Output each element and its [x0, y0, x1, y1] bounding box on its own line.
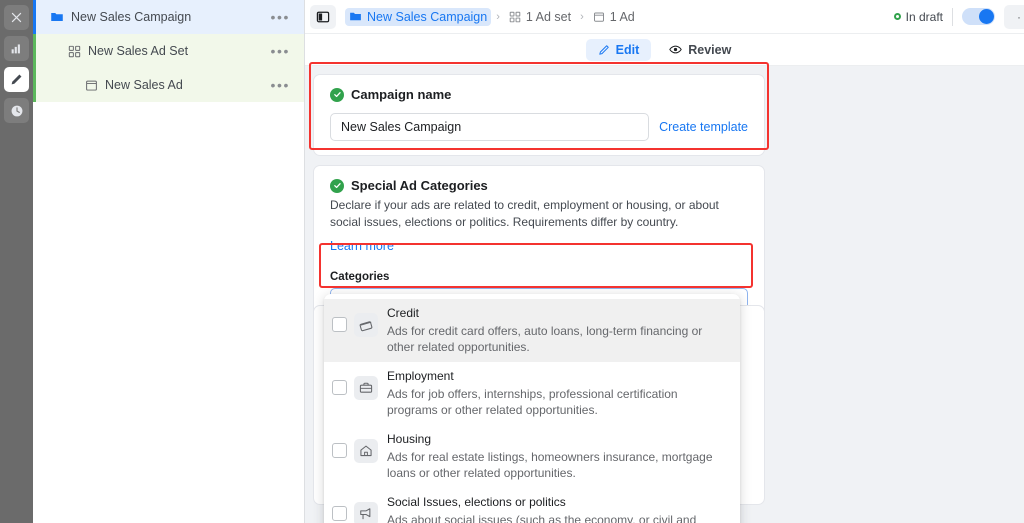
learn-more-link[interactable]: Learn more — [330, 239, 394, 253]
option-title: Housing — [387, 431, 432, 446]
megaphone-icon — [354, 501, 378, 523]
close-icon[interactable] — [4, 5, 29, 30]
option-text: Housing Ads for real estate listings, ho… — [387, 432, 730, 481]
pencil-icon — [598, 44, 610, 56]
tree-campaign-status-bar — [33, 0, 36, 34]
tree-item-menu-button[interactable]: ••• — [270, 78, 290, 92]
option-title: Social Issues, elections or politics — [387, 494, 566, 509]
tree-item-adset[interactable]: New Sales Ad Set ••• — [33, 34, 304, 68]
special-ad-title: Special Ad Categories — [351, 178, 488, 193]
tree-item-ad[interactable]: New Sales Ad ••• — [33, 68, 304, 102]
tree-item-label: New Sales Ad Set — [88, 44, 189, 58]
publish-toggle[interactable] — [962, 8, 995, 25]
status-dot-icon — [893, 13, 901, 20]
option-checkbox[interactable] — [332, 317, 347, 332]
categories-dropdown: Credit Ads for credit card offers, auto … — [324, 294, 740, 523]
editor-tabs: Edit Review — [305, 34, 1024, 66]
tree-item-campaign[interactable]: New Sales Campaign ••• — [33, 0, 304, 34]
main-pane: New Sales Campaign › 1 Ad set › 1 Ad In … — [305, 0, 1024, 523]
campaign-tree: New Sales Campaign ••• New Sales Ad Set … — [33, 0, 305, 523]
eye-icon — [669, 43, 683, 56]
tree-item-label: New Sales Campaign — [71, 10, 192, 24]
folder-icon — [349, 10, 362, 23]
tab-label: Edit — [615, 42, 640, 57]
breadcrumb-item-adset[interactable]: 1 Ad set — [505, 8, 575, 26]
status-badge: In draft — [893, 9, 943, 24]
folder-icon — [50, 10, 64, 24]
dropdown-option-housing[interactable]: Housing Ads for real estate listings, ho… — [324, 425, 740, 488]
campaign-name-card: Campaign name Create template — [313, 74, 765, 156]
status-area: In draft · — [893, 4, 1024, 29]
breadcrumb-label: 1 Ad — [609, 9, 635, 24]
credit-card-icon — [354, 313, 378, 337]
tab-edit[interactable]: Edit — [585, 38, 652, 61]
special-ad-description: Declare if your ads are related to credi… — [330, 198, 719, 229]
top-bar: New Sales Campaign › 1 Ad set › 1 Ad In … — [305, 0, 1024, 34]
option-description: Ads for real estate listings, homeowners… — [387, 449, 713, 480]
tree-item-menu-button[interactable]: ••• — [270, 10, 290, 24]
option-text: Social Issues, elections or politics Ads… — [387, 495, 730, 523]
clock-icon[interactable] — [4, 98, 29, 123]
chart-icon[interactable] — [4, 36, 29, 61]
left-icon-rail — [0, 0, 33, 523]
grid-icon — [509, 11, 521, 23]
frame-icon — [593, 11, 605, 23]
option-description: Ads for credit card offers, auto loans, … — [387, 323, 703, 354]
campaign-name-heading: Campaign name — [330, 87, 748, 102]
breadcrumb-label: 1 Ad set — [525, 9, 572, 24]
breadcrumb-separator: › — [580, 10, 584, 23]
tree-item-label: New Sales Ad — [105, 78, 183, 92]
house-icon — [354, 438, 378, 463]
app-root: New Sales Campaign ••• New Sales Ad Set … — [0, 0, 1024, 523]
create-template-link[interactable]: Create template — [659, 120, 748, 134]
option-text: Employment Ads for job offers, internshi… — [387, 369, 730, 418]
option-title: Credit — [387, 306, 420, 320]
tree-item-menu-button[interactable]: ••• — [270, 44, 290, 58]
panel-toggle-icon[interactable] — [310, 4, 336, 29]
special-ad-heading: Special Ad Categories — [330, 178, 748, 193]
option-checkbox[interactable] — [332, 505, 347, 521]
option-checkbox[interactable] — [332, 379, 347, 395]
tab-review[interactable]: Review — [657, 39, 743, 61]
frame-icon — [85, 79, 98, 92]
campaign-name-title: Campaign name — [351, 87, 452, 102]
editor-content: Campaign name Create template Special Ad… — [305, 62, 1024, 523]
dropdown-option-social-issues[interactable]: Social Issues, elections or politics Ads… — [324, 488, 740, 523]
breadcrumb-item-campaign[interactable]: New Sales Campaign — [345, 7, 492, 26]
status-label: In draft — [905, 9, 943, 24]
categories-label: Categories — [330, 271, 390, 284]
pencil-icon[interactable] — [4, 67, 29, 92]
tree-ad-status-bar — [33, 68, 36, 102]
breadcrumb-separator: › — [496, 10, 500, 23]
option-description: Ads about social issues (such as the eco… — [387, 512, 697, 523]
option-checkbox[interactable] — [332, 442, 347, 458]
dropdown-option-employment[interactable]: Employment Ads for job offers, internshi… — [324, 362, 740, 425]
breadcrumb-label: New Sales Campaign — [367, 9, 488, 24]
tree-adset-status-bar — [33, 34, 36, 68]
campaign-name-field-row: Create template — [330, 113, 748, 141]
breadcrumb: New Sales Campaign › 1 Ad set › 1 Ad — [345, 7, 639, 26]
campaign-name-input[interactable] — [330, 113, 650, 141]
option-text: Credit Ads for credit card offers, auto … — [387, 306, 730, 355]
option-title: Employment — [387, 368, 454, 383]
option-description: Ads for job offers, internships, profess… — [387, 386, 678, 417]
check-circle-icon — [330, 87, 344, 102]
divider — [952, 7, 953, 26]
briefcase-icon — [354, 375, 378, 400]
grid-icon — [68, 45, 81, 58]
breadcrumb-item-ad[interactable]: 1 Ad — [589, 8, 639, 26]
dropdown-option-credit[interactable]: Credit Ads for credit card offers, auto … — [324, 299, 740, 362]
more-options-button[interactable]: · — [1004, 4, 1024, 29]
check-circle-icon — [330, 178, 344, 193]
toggle-knob — [979, 9, 994, 24]
tab-label: Review — [688, 42, 732, 57]
